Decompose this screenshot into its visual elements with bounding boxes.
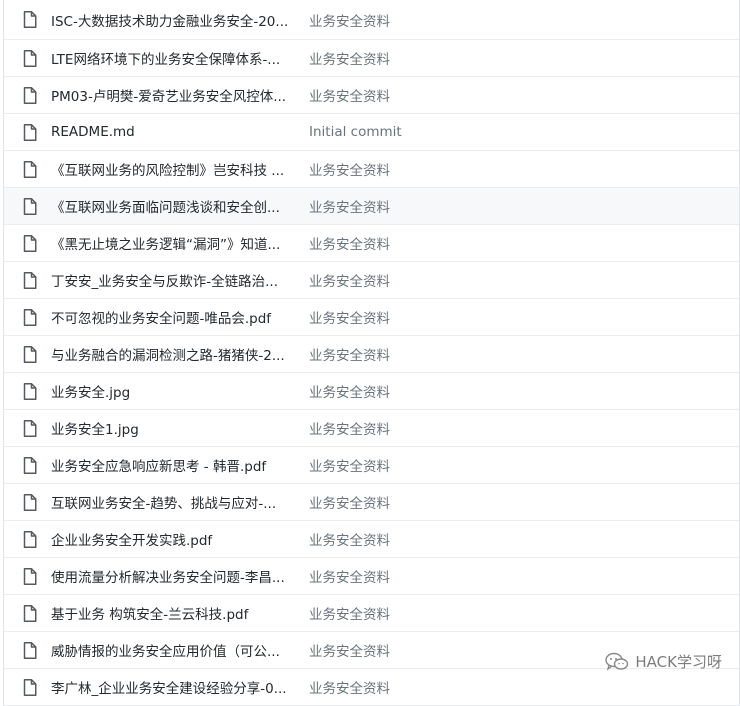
file-row[interactable]: 使用流量分析解决业务安全问题-李昌... 业务安全资料: [4, 558, 739, 595]
file-row[interactable]: 业务安全应急响应新思考 - 韩晋.pdf 业务安全资料: [4, 447, 739, 484]
commit-message-link[interactable]: 业务安全资料: [309, 48, 390, 68]
file-row[interactable]: 基于业务 构筑安全-兰云科技.pdf 业务安全资料: [4, 595, 739, 632]
file-icon: [21, 382, 39, 400]
commit-message-link[interactable]: 业务安全资料: [309, 529, 390, 549]
file-icon: [21, 419, 39, 437]
commit-message-link[interactable]: 业务安全资料: [309, 640, 390, 660]
file-icon: [21, 567, 39, 585]
commit-message-link[interactable]: 业务安全资料: [309, 159, 390, 179]
file-row[interactable]: 丁安安_业务安全与反欺诈-全链路治... 业务安全资料: [4, 262, 739, 299]
commit-message-link[interactable]: Initial commit: [309, 124, 402, 140]
file-name-link[interactable]: ISC-大数据技术助力金融业务安全-20...: [51, 10, 297, 30]
file-name-link[interactable]: 业务安全1.jpg: [51, 418, 297, 438]
commit-message-link[interactable]: 业务安全资料: [309, 10, 390, 30]
file-name-link[interactable]: PM03-卢明樊-爱奇艺业务安全风控体...: [51, 85, 297, 105]
file-row[interactable]: 不可忽视的业务安全问题-唯品会.pdf 业务安全资料: [4, 299, 739, 336]
file-icon: [21, 11, 39, 29]
commit-message-link[interactable]: 业务安全资料: [309, 270, 390, 290]
file-row[interactable]: 企业业务安全开发实践.pdf 业务安全资料: [4, 521, 739, 558]
file-row[interactable]: 业务安全.jpg 业务安全资料: [4, 373, 739, 410]
commit-message-link[interactable]: 业务安全资料: [309, 455, 390, 475]
commit-message-link[interactable]: 业务安全资料: [309, 85, 390, 105]
wechat-icon: [605, 652, 629, 672]
commit-message-link[interactable]: 业务安全资料: [309, 677, 390, 697]
watermark: HACK学习呀: [605, 651, 722, 672]
commit-message-link[interactable]: 业务安全资料: [309, 381, 390, 401]
file-name-link[interactable]: 互联网业务安全-趋势、挑战与应对-...: [51, 492, 297, 512]
file-icon: [21, 678, 39, 696]
file-name-link[interactable]: 与业务融合的漏洞检测之路-猪猪侠-2...: [51, 344, 297, 364]
file-name-link[interactable]: 业务安全.jpg: [51, 381, 297, 401]
file-list: ISC-大数据技术助力金融业务安全-20... 业务安全资料 LTE网络环境下的业务…: [3, 0, 740, 706]
file-row[interactable]: 《互联网业务的风险控制》岂安科技 ... 业务安全资料: [4, 151, 739, 188]
file-name-link[interactable]: 《黑无止境之业务逻辑“漏洞”》知道...: [51, 233, 297, 253]
commit-message-link[interactable]: 业务安全资料: [309, 418, 390, 438]
file-icon: [21, 308, 39, 326]
file-icon: [21, 345, 39, 363]
commit-message-link[interactable]: 业务安全资料: [309, 233, 390, 253]
file-icon: [21, 493, 39, 511]
file-name-link[interactable]: 使用流量分析解决业务安全问题-李昌...: [51, 566, 297, 586]
file-icon: [21, 197, 39, 215]
file-icon: [21, 530, 39, 548]
file-icon: [21, 49, 39, 67]
commit-message-link[interactable]: 业务安全资料: [309, 603, 390, 623]
file-icon: [21, 123, 39, 141]
file-row[interactable]: README.md Initial commit: [4, 114, 739, 151]
file-name-link[interactable]: 丁安安_业务安全与反欺诈-全链路治...: [51, 270, 297, 290]
file-row[interactable]: 《互联网业务面临问题浅谈和安全创... 业务安全资料: [4, 188, 739, 225]
file-name-link[interactable]: 李广林_企业业务安全建设经验分享-0...: [51, 677, 297, 697]
file-icon: [21, 604, 39, 622]
file-icon: [21, 86, 39, 104]
file-name-link[interactable]: README.md: [51, 124, 297, 140]
file-icon: [21, 641, 39, 659]
commit-message-link[interactable]: 业务安全资料: [309, 307, 390, 327]
file-name-link[interactable]: LTE网络环境下的业务安全保障体系-...: [51, 48, 297, 68]
file-icon: [21, 456, 39, 474]
file-row[interactable]: LTE网络环境下的业务安全保障体系-... 业务安全资料: [4, 40, 739, 77]
watermark-text: HACK学习呀: [635, 653, 722, 671]
file-row[interactable]: 互联网业务安全-趋势、挑战与应对-... 业务安全资料: [4, 484, 739, 521]
file-row[interactable]: 《黑无止境之业务逻辑“漏洞”》知道... 业务安全资料: [4, 225, 739, 262]
file-icon: [21, 271, 39, 289]
commit-message-link[interactable]: 业务安全资料: [309, 566, 390, 586]
file-row[interactable]: 业务安全1.jpg 业务安全资料: [4, 410, 739, 447]
commit-message-link[interactable]: 业务安全资料: [309, 196, 390, 216]
commit-message-link[interactable]: 业务安全资料: [309, 492, 390, 512]
file-name-link[interactable]: 企业业务安全开发实践.pdf: [51, 529, 297, 549]
file-row[interactable]: 与业务融合的漏洞检测之路-猪猪侠-2... 业务安全资料: [4, 336, 739, 373]
file-name-link[interactable]: 基于业务 构筑安全-兰云科技.pdf: [51, 603, 297, 623]
file-name-link[interactable]: 业务安全应急响应新思考 - 韩晋.pdf: [51, 455, 297, 475]
file-row[interactable]: PM03-卢明樊-爱奇艺业务安全风控体... 业务安全资料: [4, 77, 739, 114]
file-row[interactable]: ISC-大数据技术助力金融业务安全-20... 业务安全资料: [4, 0, 739, 40]
file-row[interactable]: 李广林_企业业务安全建设经验分享-0... 业务安全资料: [4, 669, 739, 706]
file-name-link[interactable]: 威胁情报的业务安全应用价值（可公...: [51, 640, 297, 660]
file-icon: [21, 234, 39, 252]
file-name-link[interactable]: 《互联网业务面临问题浅谈和安全创...: [51, 196, 297, 216]
file-name-link[interactable]: 不可忽视的业务安全问题-唯品会.pdf: [51, 307, 297, 327]
file-icon: [21, 160, 39, 178]
file-name-link[interactable]: 《互联网业务的风险控制》岂安科技 ...: [51, 159, 297, 179]
commit-message-link[interactable]: 业务安全资料: [309, 344, 390, 364]
